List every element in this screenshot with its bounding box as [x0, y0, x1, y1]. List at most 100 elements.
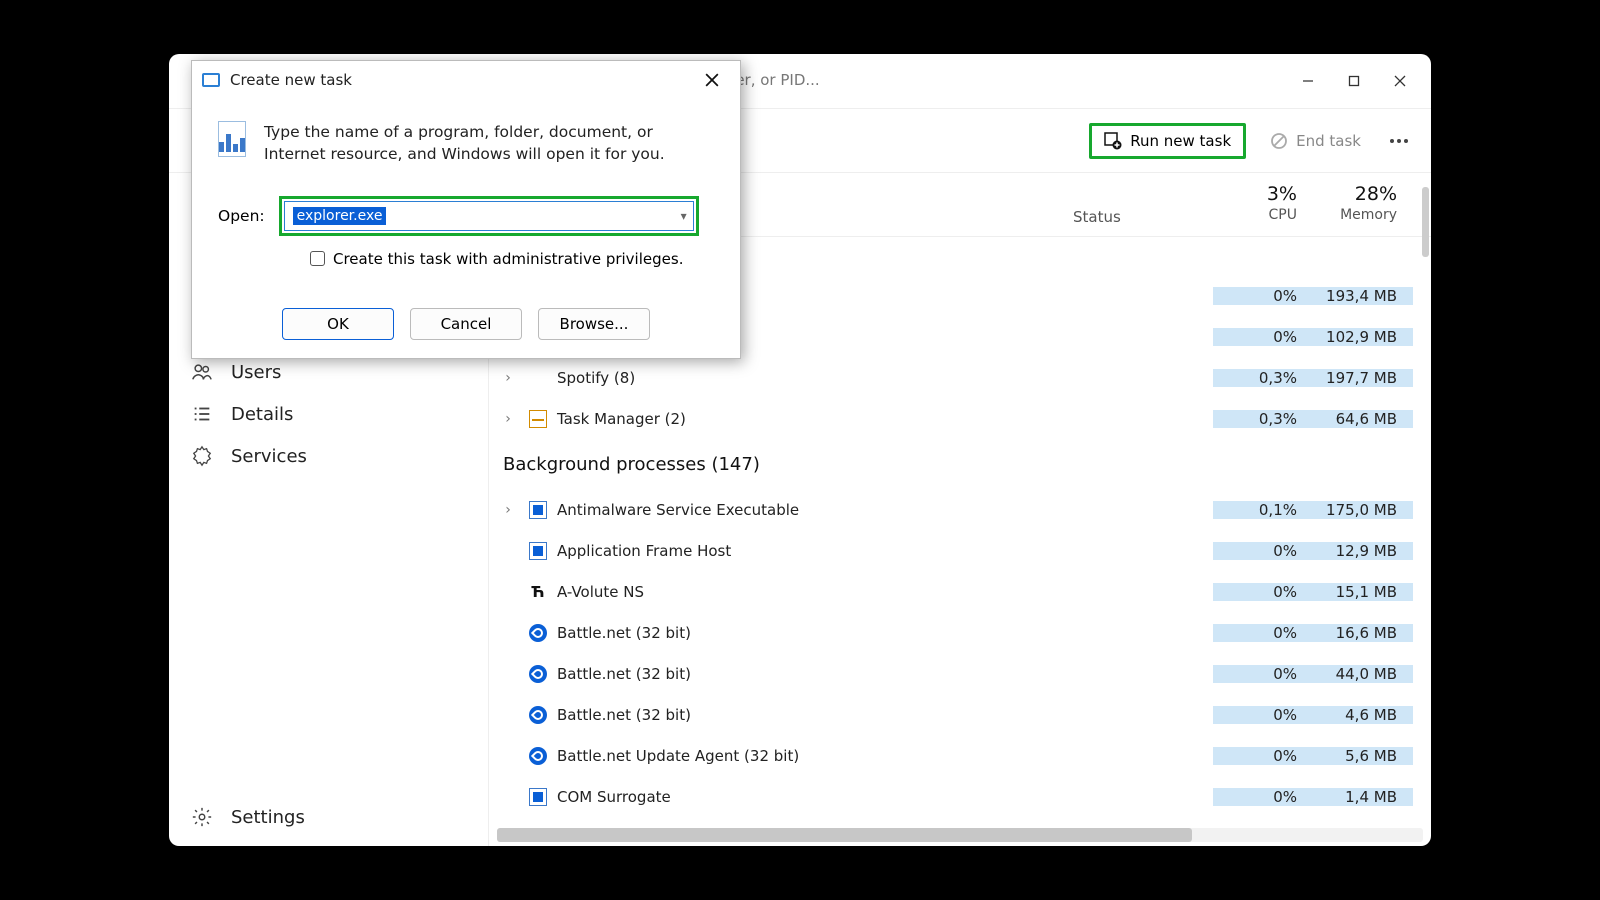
horizontal-scrollbar[interactable]: [497, 828, 1423, 842]
open-combobox[interactable]: explorer.exe ▾: [284, 201, 694, 231]
process-cpu: 0%: [1213, 788, 1313, 806]
chevron-right-icon[interactable]: ›: [497, 411, 519, 427]
process-memory: 12,9 MB: [1313, 542, 1413, 560]
end-task-button[interactable]: End task: [1260, 126, 1371, 156]
sidebar-item-details[interactable]: Details: [169, 393, 488, 435]
process-name: Battle.net (32 bit): [557, 665, 691, 683]
task-manager-window: sher, or PID... Run new task: [169, 54, 1431, 846]
maximize-icon: [1348, 75, 1360, 87]
process-cpu: 0%: [1213, 624, 1313, 642]
process-memory: 175,0 MB: [1313, 501, 1413, 519]
process-cpu: 0%: [1213, 287, 1313, 305]
users-icon: [191, 361, 213, 383]
run-new-task-label: Run new task: [1130, 132, 1231, 150]
sidebar-item-label: Users: [231, 362, 281, 383]
process-name: COM Surrogate: [557, 788, 671, 806]
sidebar-item-settings[interactable]: Settings: [169, 796, 488, 838]
app-icon: [529, 542, 547, 560]
process-memory: 197,7 MB: [1313, 369, 1413, 387]
process-memory: 193,4 MB: [1313, 287, 1413, 305]
dialog-close-button[interactable]: [694, 67, 730, 93]
avolute-icon: Ћ: [529, 583, 547, 601]
chevron-right-icon[interactable]: ›: [497, 502, 519, 518]
chevron-right-icon[interactable]: ›: [497, 370, 519, 386]
process-memory: 15,1 MB: [1313, 583, 1413, 601]
process-memory: 16,6 MB: [1313, 624, 1413, 642]
cancel-button[interactable]: Cancel: [410, 308, 522, 340]
services-icon: [191, 445, 213, 467]
process-cpu: 0,1%: [1213, 501, 1313, 519]
gear-icon: [191, 806, 213, 828]
process-name: Battle.net (32 bit): [557, 624, 691, 642]
maximize-button[interactable]: [1331, 65, 1377, 97]
minimize-icon: [1302, 75, 1314, 87]
sidebar-item-services[interactable]: Services: [169, 435, 488, 477]
create-new-task-dialog: Create new task Type the name of a progr…: [191, 60, 741, 359]
dialog-description: Type the name of a program, folder, docu…: [264, 121, 714, 166]
process-row[interactable]: COM Surrogate 0% 1,4 MB: [489, 776, 1431, 817]
column-memory[interactable]: 28% Memory: [1313, 173, 1413, 236]
process-memory: 102,9 MB: [1313, 328, 1413, 346]
browse-button[interactable]: Browse...: [538, 308, 650, 340]
process-memory: 44,0 MB: [1313, 665, 1413, 683]
app-icon: [529, 501, 547, 519]
process-name: Application Frame Host: [557, 542, 731, 560]
open-value: explorer.exe: [293, 207, 387, 225]
details-icon: [191, 403, 213, 425]
battlenet-icon: [529, 747, 547, 765]
process-cpu: 0%: [1213, 665, 1313, 683]
process-memory: 5,6 MB: [1313, 747, 1413, 765]
process-row[interactable]: Battle.net (32 bit) 0% 44,0 MB: [489, 653, 1431, 694]
admin-checkbox-label: Create this task with administrative pri…: [333, 250, 683, 268]
process-row[interactable]: Battle.net Update Agent (32 bit) 0% 5,6 …: [489, 735, 1431, 776]
process-row[interactable]: › Antimalware Service Executable 0,1% 175…: [489, 489, 1431, 530]
end-task-label: End task: [1296, 132, 1361, 150]
run-new-task-button[interactable]: Run new task: [1089, 123, 1246, 159]
more-button[interactable]: [1385, 131, 1413, 151]
group-header-background: Background processes (147): [489, 439, 1431, 489]
dialog-titlebar: Create new task: [192, 61, 740, 99]
minimize-button[interactable]: [1285, 65, 1331, 97]
process-name: Battle.net (32 bit): [557, 706, 691, 724]
battlenet-icon: [529, 706, 547, 724]
close-icon: [705, 73, 719, 87]
process-cpu: 0,3%: [1213, 410, 1313, 428]
dialog-title: Create new task: [230, 71, 352, 89]
process-cpu: 0%: [1213, 583, 1313, 601]
process-name: Antimalware Service Executable: [557, 501, 799, 519]
process-cpu: 0%: [1213, 747, 1313, 765]
run-dialog-icon: [218, 121, 246, 157]
sidebar-item-label: Services: [231, 446, 307, 467]
process-row[interactable]: Ћ A-Volute NS 0% 15,1 MB: [489, 571, 1431, 612]
sidebar-item-label: Settings: [231, 807, 305, 828]
process-cpu: 0%: [1213, 328, 1313, 346]
search-input[interactable]: sher, or PID...: [714, 71, 1014, 103]
process-memory: 1,4 MB: [1313, 788, 1413, 806]
close-window-button[interactable]: [1377, 65, 1423, 97]
column-cpu[interactable]: 3% CPU: [1213, 173, 1313, 236]
vertical-scrollbar[interactable]: [1422, 187, 1429, 257]
battlenet-icon: [529, 665, 547, 683]
process-name: Battle.net Update Agent (32 bit): [557, 747, 799, 765]
column-status[interactable]: Status: [1073, 173, 1213, 236]
process-row[interactable]: ›Spotify (8) 0,3% 197,7 MB: [489, 357, 1431, 398]
app-icon: [529, 788, 547, 806]
process-row[interactable]: › Task Manager (2) 0,3% 64,6 MB: [489, 398, 1431, 439]
process-name: Task Manager (2): [557, 410, 686, 428]
process-cpu: 0%: [1213, 706, 1313, 724]
process-row[interactable]: Battle.net (32 bit) 0% 4,6 MB: [489, 694, 1431, 735]
process-row[interactable]: Battle.net (32 bit) 0% 16,6 MB: [489, 612, 1431, 653]
sidebar-item-label: Details: [231, 404, 293, 425]
process-memory: 64,6 MB: [1313, 410, 1413, 428]
checkbox-icon: [310, 251, 325, 266]
process-memory: 4,6 MB: [1313, 706, 1413, 724]
task-manager-icon: [529, 410, 547, 428]
battlenet-icon: [529, 624, 547, 642]
process-name: A-Volute NS: [557, 583, 644, 601]
admin-checkbox[interactable]: Create this task with administrative pri…: [310, 250, 714, 268]
open-label: Open:: [218, 207, 265, 225]
ok-button[interactable]: OK: [282, 308, 394, 340]
process-row[interactable]: Application Frame Host 0% 12,9 MB: [489, 530, 1431, 571]
process-name: Spotify (8): [557, 369, 635, 387]
close-icon: [1394, 75, 1406, 87]
